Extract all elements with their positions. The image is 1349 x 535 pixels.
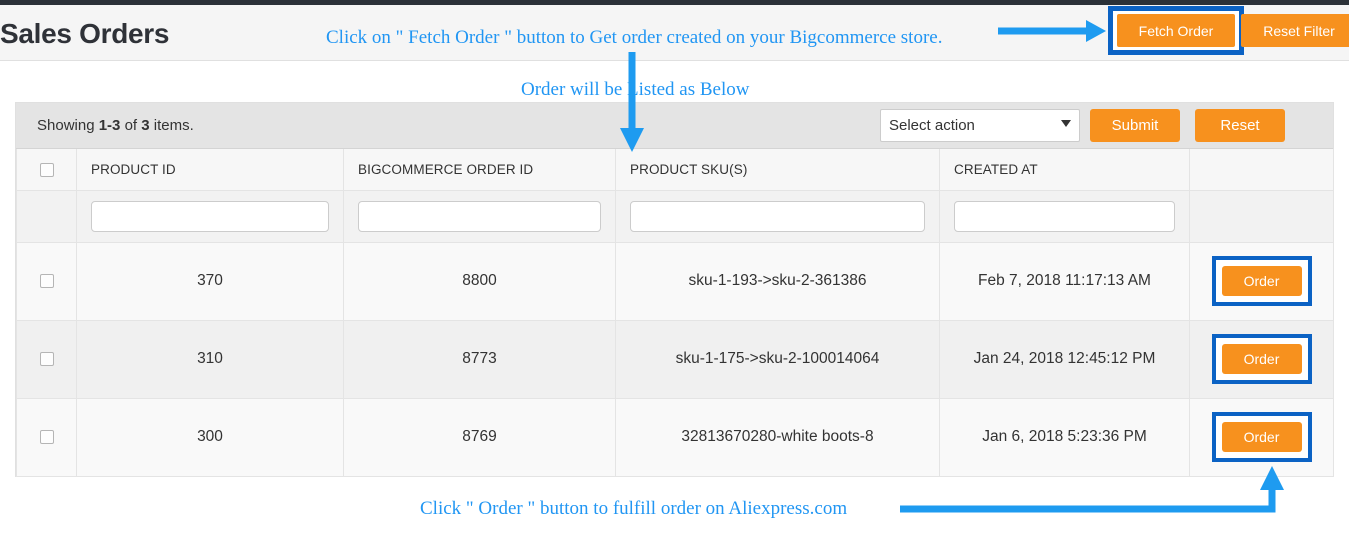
table-row[interactable]: 370 8800 sku-1-193->sku-2-361386 Feb 7, … (16, 242, 1334, 321)
column-header-action (1189, 149, 1334, 191)
table-row[interactable]: 300 8769 32813670280-white boots-8 Jan 6… (16, 398, 1334, 477)
order-button[interactable]: Order (1221, 422, 1302, 452)
cell-action: Order (1189, 242, 1334, 321)
filter-input-product-skus[interactable] (630, 200, 925, 232)
cell-product-skus: 32813670280-white boots-8 (615, 398, 940, 477)
showing-range: 1-3 (98, 117, 121, 134)
annotation-fetch-order: Click on " Fetch Order " button to Get o… (326, 27, 943, 48)
submit-button[interactable]: Submit (1090, 109, 1180, 142)
orders-grid: Showing 1-3 of 3 items. Select action Su… (15, 102, 1334, 477)
select-action-dropdown[interactable]: Select action (880, 109, 1080, 142)
showing-middle: of (120, 117, 142, 134)
cell-product-id: 310 (76, 320, 344, 399)
column-header-bigcommerce-order-id[interactable]: BIGCOMMERCE ORDER ID (343, 149, 616, 191)
filter-cell-check (16, 190, 77, 243)
cell-created-at: Feb 7, 2018 11:17:13 AM (939, 242, 1190, 321)
annotation-order-list: Order will be Listed as Below (521, 79, 750, 100)
filter-cell-created-at (939, 190, 1190, 243)
row-checkbox[interactable] (39, 429, 54, 444)
cell-product-id: 370 (76, 242, 344, 321)
filter-cell-product-skus (615, 190, 940, 243)
filter-input-created-at[interactable] (954, 200, 1175, 232)
cell-bigcommerce-order-id: 8769 (343, 398, 616, 477)
showing-prefix: Showing (37, 117, 99, 134)
order-button-highlight-box: Order (1211, 412, 1312, 462)
page-root: Sales Orders Fetch Order Reset Filter Sh… (0, 0, 1349, 535)
items-count-text: Showing 1-3 of 3 items. (37, 117, 194, 134)
showing-total: 3 (141, 117, 150, 134)
page-title: Sales Orders (0, 18, 170, 49)
row-checkbox[interactable] (39, 273, 54, 288)
filter-input-product-id[interactable] (91, 200, 329, 232)
row-checkbox[interactable] (39, 351, 54, 366)
order-button-highlight-box: Order (1211, 334, 1312, 384)
fetch-order-button[interactable]: Fetch Order (1117, 14, 1235, 47)
filter-input-bigcommerce-order-id[interactable] (358, 200, 601, 232)
table-row[interactable]: 310 8773 sku-1-175->sku-2-100014064 Jan … (16, 320, 1334, 399)
select-all-checkbox[interactable] (39, 162, 54, 177)
filter-cell-product-id (76, 190, 344, 243)
order-button-highlight-box: Order (1211, 256, 1312, 306)
row-select-cell (16, 398, 77, 477)
cell-created-at: Jan 6, 2018 5:23:36 PM (939, 398, 1190, 477)
order-button[interactable]: Order (1221, 344, 1302, 374)
grid-summary-bar: Showing 1-3 of 3 items. Select action Su… (16, 103, 1333, 149)
order-button[interactable]: Order (1221, 266, 1302, 296)
reset-button[interactable]: Reset (1195, 109, 1285, 142)
showing-suffix: items. (149, 117, 194, 134)
filter-cell-bigcommerce-order-id (343, 190, 616, 243)
column-header-product-skus[interactable]: PRODUCT SKU(S) (615, 149, 940, 191)
cell-product-skus: sku-1-175->sku-2-100014064 (615, 320, 940, 399)
select-all-header (16, 149, 77, 191)
filter-cell-action (1189, 190, 1334, 243)
cell-bigcommerce-order-id: 8800 (343, 242, 616, 321)
content-card: Showing 1-3 of 3 items. Select action Su… (0, 62, 1349, 535)
column-header-product-id[interactable]: PRODUCT ID (76, 149, 344, 191)
annotation-order-button: Click " Order " button to fulfill order … (420, 498, 848, 519)
cell-bigcommerce-order-id: 8773 (343, 320, 616, 399)
table-filter-row (16, 190, 1334, 243)
table-header-row: PRODUCT ID BIGCOMMERCE ORDER ID PRODUCT … (16, 149, 1334, 191)
cell-product-skus: sku-1-193->sku-2-361386 (615, 242, 940, 321)
row-select-cell (16, 320, 77, 399)
row-select-cell (16, 242, 77, 321)
cell-action: Order (1189, 398, 1334, 477)
table-header: PRODUCT ID BIGCOMMERCE ORDER ID PRODUCT … (16, 149, 1334, 191)
orders-table: PRODUCT ID BIGCOMMERCE ORDER ID PRODUCT … (16, 149, 1334, 477)
column-header-created-at[interactable]: CREATED AT (939, 149, 1190, 191)
cell-action: Order (1189, 320, 1334, 399)
reset-filter-button[interactable]: Reset Filter (1241, 14, 1349, 47)
cell-created-at: Jan 24, 2018 12:45:12 PM (939, 320, 1190, 399)
table-body: 370 8800 sku-1-193->sku-2-361386 Feb 7, … (16, 190, 1334, 477)
cell-product-id: 300 (76, 398, 344, 477)
